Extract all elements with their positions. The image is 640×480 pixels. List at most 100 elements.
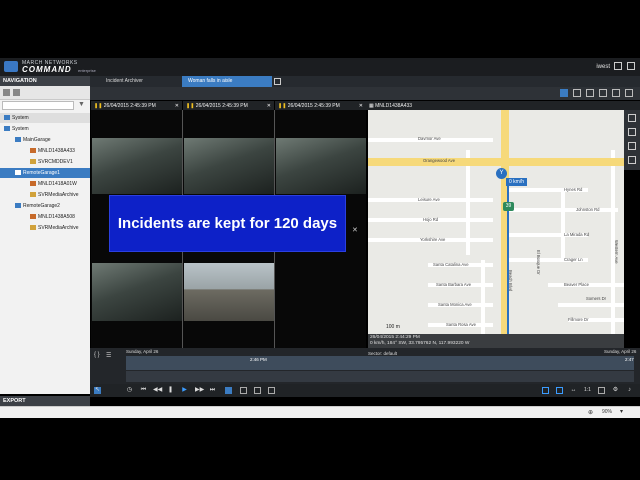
tree-item-server[interactable]: SVRMediaArchive: [0, 223, 90, 233]
tree-item-label: RemoteGarage1: [23, 170, 60, 176]
layout-icon[interactable]: [573, 89, 581, 97]
tree-item-label: System: [12, 126, 29, 132]
bookmark-icon[interactable]: [268, 387, 275, 394]
video-header-1: ❚❚ 26/04/2015 2:45:39 PM ✕: [91, 101, 182, 110]
video-header-3: ❚❚ 26/04/2015 2:45:39 PM ✕: [275, 101, 366, 110]
volume-icon[interactable]: ♪: [626, 387, 633, 394]
camera-tile-3[interactable]: [276, 138, 366, 194]
street-label: Somers Dr: [586, 296, 607, 301]
tree-item-recorder[interactable]: MNLD1438A508: [0, 212, 90, 222]
tree-item-remotegarage1[interactable]: RemoteGarage1: [0, 168, 90, 178]
tree-item-system[interactable]: System: [0, 124, 90, 134]
collapse-icon[interactable]: { }: [94, 352, 100, 358]
skip-start-icon[interactable]: ⏮: [140, 387, 147, 394]
tree-item-remotegarage2[interactable]: RemoteGarage2: [0, 201, 90, 211]
tree-item-label: MNLD1418A01W: [38, 181, 77, 187]
layers-icon[interactable]: [628, 156, 636, 164]
close-icon[interactable]: ✕: [267, 103, 271, 109]
expand-icon[interactable]: [586, 89, 594, 97]
site-icon: [15, 137, 21, 143]
tree-item-recorder[interactable]: MNLD1438A433: [0, 146, 90, 156]
zoom-region-icon[interactable]: [556, 387, 563, 394]
tree-item-recorder[interactable]: MNLD1418A01W: [0, 179, 90, 189]
fit-screen-icon[interactable]: [598, 387, 605, 394]
street-label: Hynes Rd: [564, 187, 583, 192]
map-view[interactable]: Davmor Ave Orangewood Ave Leisure Ave Ho…: [368, 110, 624, 334]
tree-item-label: SVRMediaArchive: [38, 225, 79, 231]
tree-item-label: SVRCMDDEV1: [38, 159, 73, 165]
street-label: Western Ave: [614, 240, 619, 264]
close-icon[interactable]: ✕: [175, 103, 179, 109]
camera-tile-4[interactable]: [92, 263, 182, 321]
tools-icon[interactable]: [612, 89, 620, 97]
aspect-icon[interactable]: ↔: [570, 387, 577, 394]
video-timestamp: 26/04/2015 2:45:39 PM: [195, 103, 248, 109]
skip-end-icon[interactable]: ⏭: [209, 387, 216, 394]
close-icon[interactable]: ✕: [359, 103, 363, 109]
pan-icon[interactable]: [628, 142, 636, 150]
tree-item-maingarage[interactable]: MainGarage: [0, 135, 90, 145]
map-info-position: 0 km/h, 184° SW, 33.795762 N, 117.993220…: [370, 341, 470, 346]
tree-item-server[interactable]: SVRMediaArchive: [0, 190, 90, 200]
tab-incident-archiver[interactable]: Incident Archiver: [100, 76, 180, 87]
street-label: Orangewood Ave: [423, 158, 456, 163]
tree-item-server[interactable]: SVRCMDDEV1: [0, 157, 90, 167]
street-label: Hojo Rd: [423, 217, 439, 222]
brand-line2: COMMAND: [22, 65, 72, 74]
recorder-icon: [30, 148, 36, 154]
zoom-icon[interactable]: [628, 114, 636, 122]
export-header[interactable]: EXPORT: [0, 396, 90, 406]
pause-icon[interactable]: ❚❚: [186, 103, 196, 109]
view-toolbar: [90, 87, 640, 100]
pause-icon[interactable]: ❚❚: [94, 103, 104, 109]
street-label: Beach Blvd: [508, 270, 513, 292]
timeline-ruler[interactable]: [126, 371, 634, 382]
clock-icon[interactable]: ◷: [126, 387, 133, 394]
map-header: ▦ MNLD1438A433: [366, 101, 640, 110]
ratio-icon[interactable]: 1:1: [584, 387, 591, 394]
grid-layout-icon[interactable]: [560, 89, 568, 97]
cursor-icon[interactable]: ↖: [94, 387, 101, 394]
camera-tile-1[interactable]: [92, 138, 182, 194]
street-label: Davmor Ave: [418, 136, 441, 141]
help-icon[interactable]: [614, 62, 622, 70]
map-title: MNLD1438A433: [375, 103, 413, 109]
zoom-dropdown-icon[interactable]: ▾: [620, 408, 623, 415]
sync-icon[interactable]: [225, 387, 232, 394]
add-icon[interactable]: [3, 89, 10, 96]
snapshot-icon[interactable]: [240, 387, 247, 394]
step-back-icon[interactable]: ❚: [167, 387, 174, 394]
timeline-right-date: Sunday, April 26: [604, 349, 637, 354]
current-user[interactable]: iwest: [596, 64, 610, 70]
tree-item-root[interactable]: System: [0, 113, 90, 123]
fit-icon[interactable]: [628, 128, 636, 136]
speed-badge: 0 km/h: [506, 178, 528, 186]
fullscreen-icon[interactable]: [625, 89, 633, 97]
play-icon[interactable]: ▶: [181, 387, 188, 394]
street-label: El Bosque Dr: [536, 250, 541, 275]
list-icon[interactable]: ☰: [106, 352, 111, 359]
snapshot-icon[interactable]: [599, 89, 607, 97]
filter-icon[interactable]: ▼: [78, 101, 86, 110]
retention-banner: Incidents are kept for 120 days: [109, 195, 346, 252]
camera-tile-2[interactable]: [184, 138, 274, 194]
pause-icon[interactable]: ❚❚: [278, 103, 288, 109]
street-label: Crager Ln: [564, 257, 583, 262]
timeline-track[interactable]: [126, 356, 634, 370]
timeline-right-time: 2:47: [625, 357, 634, 362]
tab-woman-falls[interactable]: Woman falls in aisle: [182, 76, 272, 87]
zoom-fit-icon[interactable]: [542, 387, 549, 394]
export-clip-icon[interactable]: [254, 387, 261, 394]
banner-close-icon[interactable]: ✕: [352, 226, 358, 234]
brand-line3: enterprise: [78, 68, 96, 73]
tree-item-label: MNLD1438A508: [38, 214, 75, 220]
logout-icon[interactable]: [627, 62, 635, 70]
camera-tile-5[interactable]: [184, 263, 274, 321]
new-tab-icon[interactable]: [274, 78, 281, 85]
navigation-search-input[interactable]: [2, 101, 74, 110]
rewind-icon[interactable]: ◀◀: [153, 387, 162, 394]
settings-icon[interactable]: ⚙: [612, 387, 619, 394]
tree-item-label: SVRMediaArchive: [38, 192, 79, 198]
fast-forward-icon[interactable]: ▶▶: [195, 387, 204, 394]
refresh-icon[interactable]: [13, 89, 20, 96]
